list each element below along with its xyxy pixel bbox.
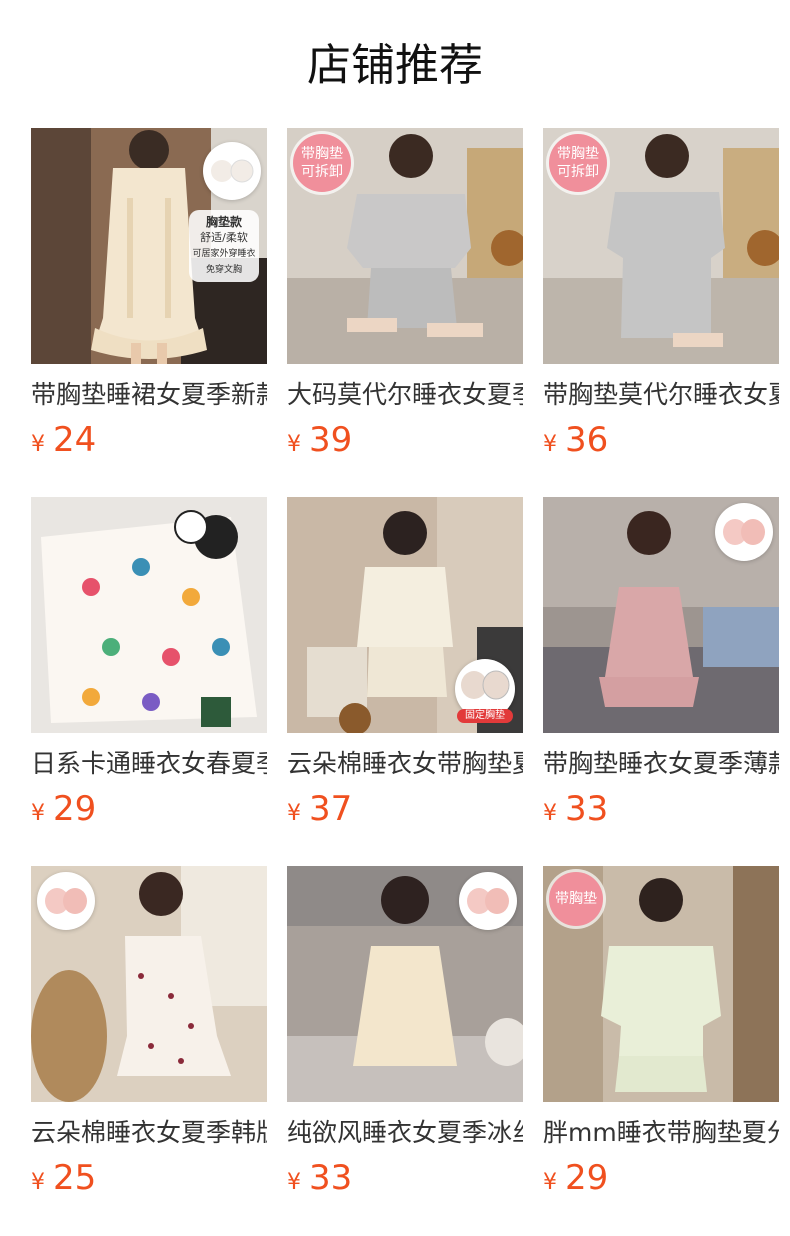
product-name[interactable]: 大码莫代尔睡衣女夏季	[287, 378, 523, 412]
product-image[interactable]	[543, 497, 779, 733]
currency-symbol: ¥	[287, 432, 301, 457]
price-amount: 24	[53, 420, 97, 460]
product-price: ¥25	[31, 1156, 267, 1200]
product-name[interactable]: 云朵棉睡衣女夏季韩版	[31, 1116, 267, 1150]
product-name[interactable]: 胖mm睡衣带胸垫夏分体	[543, 1116, 779, 1150]
price-amount: 36	[565, 420, 609, 460]
product-price: ¥39	[287, 418, 523, 462]
product-name[interactable]: 日系卡通睡衣女春夏季	[31, 747, 267, 781]
price-amount: 33	[565, 789, 609, 829]
tag-line: 可居家外穿睡衣	[192, 249, 256, 259]
product-image[interactable]	[31, 497, 267, 733]
promo-badge: 带胸垫 可拆卸	[549, 134, 607, 192]
currency-symbol: ¥	[543, 1170, 557, 1195]
product-card[interactable]: 云朵棉睡衣女夏季韩版 ¥25	[31, 866, 267, 1235]
product-image[interactable]: 带胸垫 可拆卸	[543, 128, 779, 364]
currency-symbol: ¥	[31, 432, 45, 457]
product-price: ¥33	[543, 787, 779, 831]
section-title: 店铺推荐	[307, 40, 483, 91]
product-card[interactable]: 固定胸垫 云朵棉睡衣女带胸垫夏 ¥37	[287, 497, 523, 866]
product-card[interactable]: 胸垫款 舒适/柔软 可居家外穿睡衣 免穿文胸 带胸垫睡裙女夏季新款 ¥24	[31, 128, 267, 497]
currency-symbol: ¥	[31, 801, 45, 826]
badge-text: 带胸垫 可拆卸	[557, 146, 599, 180]
product-name[interactable]: 带胸垫莫代尔睡衣女夏	[543, 378, 779, 412]
product-card[interactable]: 带胸垫睡衣女夏季薄款 ¥33	[543, 497, 779, 866]
price-amount: 39	[309, 420, 353, 460]
fixed-pad-label: 固定胸垫	[457, 709, 513, 723]
chest-pad-icon	[459, 872, 517, 930]
promo-badge: 带胸垫	[549, 872, 603, 926]
promo-badge: 带胸垫 可拆卸	[293, 134, 351, 192]
currency-symbol: ¥	[543, 432, 557, 457]
product-card[interactable]: 带胸垫 可拆卸 大码莫代尔睡衣女夏季 ¥39	[287, 128, 523, 497]
price-amount: 33	[309, 1158, 353, 1198]
product-price: ¥33	[287, 1156, 523, 1200]
chest-pad-icon	[203, 142, 261, 200]
tag-line: 舒适/柔软	[200, 231, 248, 244]
chest-pad-icon	[37, 872, 95, 930]
product-card[interactable]: 带胸垫 胖mm睡衣带胸垫夏分体 ¥29	[543, 866, 779, 1235]
price-amount: 37	[309, 789, 353, 829]
badge-text: 带胸垫	[555, 891, 597, 907]
product-price: ¥24	[31, 418, 267, 462]
product-image[interactable]: 带胸垫	[543, 866, 779, 1102]
product-image[interactable]: 带胸垫 可拆卸	[287, 128, 523, 364]
product-image[interactable]	[287, 866, 523, 1102]
currency-symbol: ¥	[287, 801, 301, 826]
product-name[interactable]: 云朵棉睡衣女带胸垫夏	[287, 747, 523, 781]
product-image[interactable]: 胸垫款 舒适/柔软 可居家外穿睡衣 免穿文胸	[31, 128, 267, 364]
currency-symbol: ¥	[31, 1170, 45, 1195]
feature-tag-panel: 胸垫款 舒适/柔软 可居家外穿睡衣 免穿文胸	[189, 210, 259, 282]
price-amount: 29	[565, 1158, 609, 1198]
chest-pad-icon	[715, 503, 773, 561]
product-grid: 胸垫款 舒适/柔软 可居家外穿睡衣 免穿文胸 带胸垫睡裙女夏季新款 ¥24 带胸…	[31, 128, 779, 1235]
price-amount: 25	[53, 1158, 97, 1198]
tag-line: 免穿文胸	[205, 265, 242, 275]
product-name[interactable]: 带胸垫睡衣女夏季薄款	[543, 747, 779, 781]
price-amount: 29	[53, 789, 97, 829]
product-name[interactable]: 带胸垫睡裙女夏季新款	[31, 378, 267, 412]
product-name[interactable]: 纯欲风睡衣女夏季冰丝	[287, 1116, 523, 1150]
fixed-pad-tag: 固定胸垫	[455, 659, 515, 723]
badge-text: 带胸垫 可拆卸	[301, 146, 343, 180]
currency-symbol: ¥	[287, 1170, 301, 1195]
product-price: ¥29	[31, 787, 267, 831]
product-price: ¥29	[543, 1156, 779, 1200]
product-image[interactable]	[31, 866, 267, 1102]
tag-line: 胸垫款	[205, 215, 242, 229]
product-card[interactable]: 纯欲风睡衣女夏季冰丝 ¥33	[287, 866, 523, 1235]
product-image[interactable]: 固定胸垫	[287, 497, 523, 733]
currency-symbol: ¥	[543, 801, 557, 826]
product-card[interactable]: 带胸垫 可拆卸 带胸垫莫代尔睡衣女夏 ¥36	[543, 128, 779, 497]
product-price: ¥37	[287, 787, 523, 831]
product-card[interactable]: 日系卡通睡衣女春夏季 ¥29	[31, 497, 267, 866]
product-price: ¥36	[543, 418, 779, 462]
